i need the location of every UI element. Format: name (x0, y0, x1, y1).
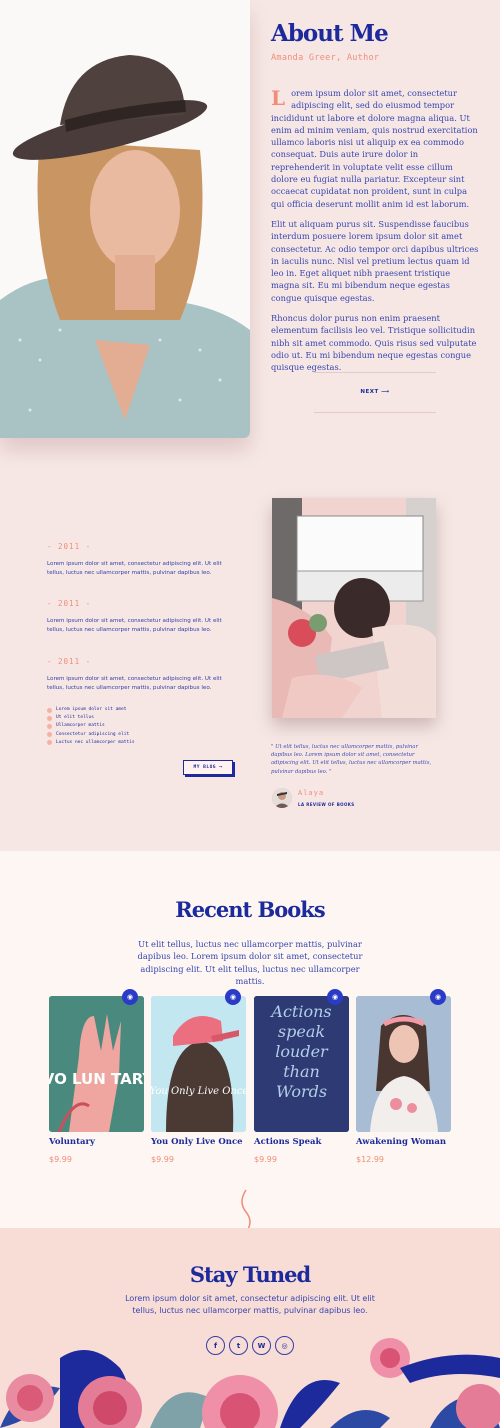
about-paragraph-1: Lorem ipsum dolor sit amet, consectetur … (271, 87, 479, 210)
cover-title: You Only Live Once (151, 1086, 246, 1097)
timeline-year: - 2011 - (47, 599, 92, 608)
book-cover-actions-speak[interactable]: Actions speak louder than Words (254, 996, 349, 1132)
facebook-icon[interactable]: f (206, 1336, 225, 1355)
floral-background (0, 1338, 500, 1428)
book-title[interactable]: Voluntary (49, 1137, 95, 1147)
feature-list: Lorem ipsum dolor sit amet Ut elit tellu… (47, 706, 135, 747)
book-price: $9.99 (49, 1155, 72, 1164)
wordpress-icon[interactable]: W (252, 1336, 271, 1355)
eye-icon[interactable]: ◉ (225, 989, 241, 1005)
timeline-text: Lorem ipsum dolor sit amet, consectetur … (47, 561, 222, 576)
about-body: Lorem ipsum dolor sit amet, consectetur … (271, 87, 479, 382)
stay-tuned-title: Stay Tuned (189, 1262, 311, 1287)
book-price: $12.99 (356, 1155, 384, 1164)
timeline-year: - 2011 - (47, 657, 92, 666)
recent-books-subtitle: Ut elit tellus, luctus nec ullamcorper m… (137, 939, 363, 986)
twitter-icon[interactable]: t (229, 1336, 248, 1355)
timeline-year: - 2011 - (47, 542, 92, 551)
eye-icon[interactable]: ◉ (327, 989, 343, 1005)
recent-books-title: Recent Books (175, 897, 325, 922)
about-title: About Me (271, 20, 389, 47)
book-cover-awakening-woman[interactable] (356, 996, 451, 1132)
list-item-label: Lorem ipsum dolor sit amet (56, 707, 127, 712)
author-name-subtitle: Amanda Greer, Author (271, 53, 380, 63)
drop-cap: L (271, 86, 286, 110)
testimonial-role: LA REVIEW OF BOOKS (298, 802, 355, 807)
book-title[interactable]: Actions Speak (254, 1137, 321, 1147)
book-title[interactable]: You Only Live Once (151, 1137, 243, 1147)
instagram-icon[interactable]: ◎ (275, 1336, 294, 1355)
about-paragraph-1-text: orem ipsum dolor sit amet, consectetur a… (271, 88, 478, 209)
illustration-image (272, 498, 436, 718)
about-paragraph-3: Rhoncus dolor purus non enim praesent el… (271, 313, 477, 373)
book-title[interactable]: Awakening Woman (356, 1137, 446, 1147)
eye-icon[interactable]: ◉ (122, 989, 138, 1005)
eye-icon[interactable]: ◉ (430, 989, 446, 1005)
stay-tuned-section (0, 1228, 500, 1428)
book-price: $9.99 (254, 1155, 277, 1164)
list-item: Luctus nec ullamcorper mattis (47, 739, 135, 747)
bullet-icon (47, 740, 52, 746)
my-blog-button[interactable]: MY BLOG ⟶ (183, 760, 233, 775)
bullet-icon (47, 715, 52, 721)
book-cover-you-only-live-once[interactable]: You Only Live Once (151, 996, 246, 1132)
bullet-icon (47, 732, 52, 738)
testimonial-quote: " Ut elit tellus, luctus nec ullamcorper… (271, 744, 432, 775)
list-item: Ullamcorper mattis (47, 722, 135, 730)
timeline-text: Lorem ipsum dolor sit amet, consectetur … (47, 618, 222, 633)
divider-bottom (314, 412, 436, 413)
book-cover-voluntary[interactable]: VO LUN TARY (49, 996, 144, 1132)
testimonial-author: Alaya (298, 789, 325, 797)
list-item: Lorem ipsum dolor sit amet (47, 706, 135, 714)
author-photo (0, 0, 250, 438)
book-price: $9.99 (151, 1155, 174, 1164)
bullet-icon (47, 724, 52, 729)
cover-title: Actions speak louder than Words (271, 1002, 332, 1101)
bullet-icon (47, 707, 52, 713)
avatar (272, 788, 292, 808)
list-item-label: Consectetur adipiscing elit (56, 731, 130, 737)
next-button[interactable]: NEXT ⟶ (314, 372, 436, 412)
stay-tuned-subtitle: Lorem ipsum dolor sit amet, consectetur … (125, 1294, 375, 1315)
timeline-text: Lorem ipsum dolor sit amet, consectetur … (47, 676, 222, 691)
list-item-label: Ut elit tellus (56, 715, 94, 721)
list-item: Consectetur adipiscing elit (47, 731, 135, 739)
list-item: Ut elit tellus (47, 714, 135, 722)
about-paragraph-2: Elit ut aliquam purus sit. Suspendisse f… (271, 218, 479, 303)
list-item-label: Ullamcorper mattis (56, 723, 105, 729)
cover-title: VO LUN TARY (49, 1070, 144, 1088)
list-item-label: Luctus nec ullamcorper mattis (56, 739, 135, 745)
